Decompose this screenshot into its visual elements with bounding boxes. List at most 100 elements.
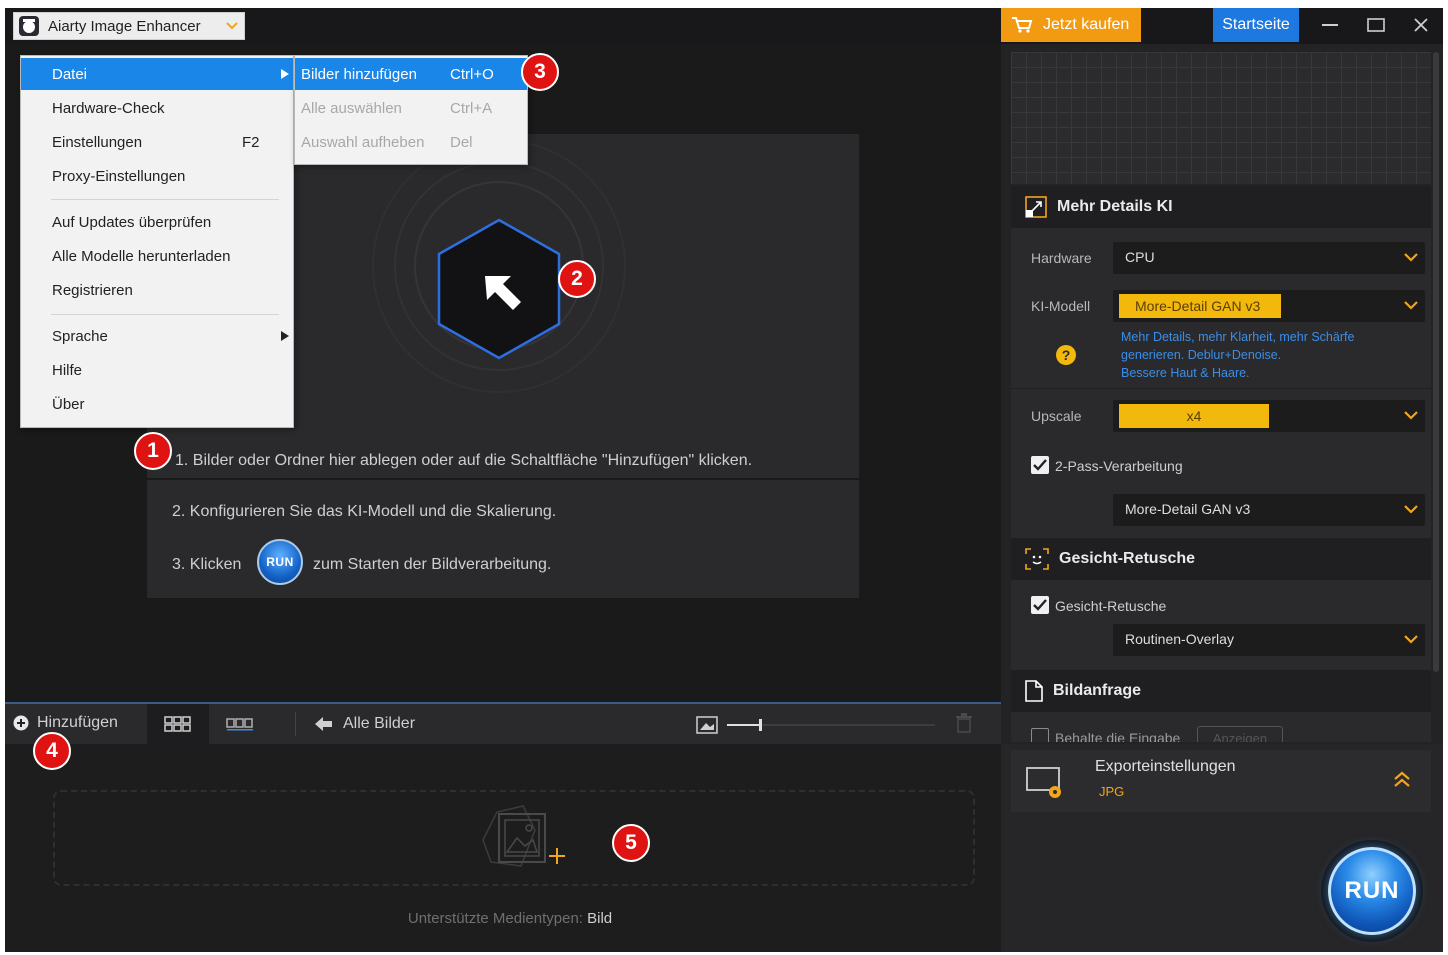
hardware-dropdown[interactable]: CPU (1113, 242, 1425, 274)
menu-item-hardware-check[interactable]: Hardware-Check (21, 92, 293, 124)
toolbar-divider (295, 712, 296, 736)
menu-item-updates[interactable]: Auf Updates überprüfen (21, 206, 293, 238)
model-description-line: Mehr Details, mehr Klarheit, mehr Schärf… (1121, 330, 1355, 344)
show-button-label: Anzeigen (1212, 730, 1268, 743)
menu-item-label: Auswahl aufheben (301, 133, 425, 151)
section-header-mehr-details[interactable]: Mehr Details KI (1011, 186, 1431, 228)
app-window: Aiarty Image Enhancer 1. Bilder oder Ord… (5, 8, 1443, 952)
menu-item-shortcut: Del (450, 133, 473, 151)
section-header-gesicht[interactable]: Gesicht-Retusche (1011, 538, 1431, 580)
thumbnail-size-slider[interactable] (695, 714, 935, 736)
close-button[interactable] (1408, 14, 1434, 36)
two-pass-checkbox[interactable] (1031, 456, 1049, 474)
section-body-bildanfrage: Behalte die Eingabe Anzeigen (1011, 712, 1431, 742)
add-images-icon[interactable] (475, 800, 571, 884)
face-scan-icon (1025, 548, 1049, 570)
face-mode-value: Routinen-Overlay (1125, 631, 1234, 647)
close-icon (1414, 18, 1428, 32)
home-button[interactable]: Startseite (1213, 8, 1299, 42)
face-retouch-checkbox[interactable] (1031, 596, 1049, 614)
ki-model-value: More-Detail GAN v3 (1119, 294, 1281, 318)
menu-item-shortcut: F2 (242, 133, 260, 151)
keep-input-label: Behalte die Eingabe (1055, 730, 1181, 742)
menu-item-label: Hilfe (52, 361, 83, 379)
menu-item-label: Alle Modelle herunterladen (52, 247, 231, 265)
keep-input-checkbox[interactable] (1031, 728, 1049, 742)
annotation-badge-4: 4 (33, 732, 71, 770)
menu-item-sprache[interactable]: Sprache (21, 320, 293, 352)
annotation-badge-3: 3 (521, 53, 559, 91)
chevron-down-icon (1403, 630, 1419, 652)
media-types-label: Unterstützte Medientypen: (407, 910, 583, 927)
menu-item-label: Sprache (52, 327, 108, 345)
ki-model-dropdown[interactable]: More-Detail GAN v3 (1113, 290, 1425, 322)
menu-item-add-images[interactable]: Bilder hinzufügen Ctrl+O (295, 58, 527, 90)
menu-item-label: Registrieren (52, 281, 133, 299)
menu-item-download-models[interactable]: Alle Modelle herunterladen (21, 240, 293, 272)
app-menu-button[interactable]: Aiarty Image Enhancer (13, 12, 245, 40)
upscale-value: x4 (1119, 404, 1269, 428)
add-image-hex-button[interactable] (429, 214, 569, 364)
menu-item-select-all[interactable]: Alle auswählen Ctrl+A (295, 92, 527, 124)
ki-model-label: KI-Modell (1031, 298, 1091, 314)
title-bar: Aiarty Image Enhancer (5, 8, 1001, 44)
file-list-area[interactable]: Unterstützte Medientypen: Bild (5, 744, 1001, 952)
add-button[interactable]: Hinzufügen (13, 714, 118, 732)
section-body-mehr-details: Hardware CPU KI-Modell More-Detail GAN v… (1011, 228, 1431, 540)
menu-item-label: Über (52, 395, 85, 413)
menu-item-hilfe[interactable]: Hilfe (21, 354, 293, 386)
settings-panel: Jetzt kaufen Startseite Mehr Details KI … (1001, 8, 1443, 952)
instructions-panel (147, 480, 859, 598)
app-logo-icon (18, 15, 40, 37)
annotation-badge-5: 5 (612, 824, 650, 862)
maximize-button[interactable] (1363, 14, 1389, 36)
menu-item-deselect[interactable]: Auswahl aufheben Del (295, 126, 527, 158)
menu-item-registrieren[interactable]: Registrieren (21, 274, 293, 306)
section-header-bildanfrage[interactable]: Bildanfrage (1011, 670, 1431, 712)
maximize-icon (1367, 18, 1385, 32)
settings-scrollbar[interactable] (1433, 52, 1439, 672)
all-images-button[interactable]: Alle Bilder (315, 715, 415, 733)
menu-item-label: Einstellungen (52, 133, 143, 151)
menu-separator (51, 314, 279, 315)
supported-media-text: Unterstützte Medientypen: Bild (5, 910, 1001, 927)
menu-item-label: Alle auswählen (301, 99, 402, 117)
menu-item-label: Hardware-Check (52, 99, 165, 117)
export-format-value: JPG (1099, 784, 1125, 799)
image-size-icon (696, 716, 718, 734)
export-settings-title: Exporteinstellungen (1095, 758, 1236, 775)
menu-item-datei[interactable]: Datei (21, 58, 293, 90)
menu-item-label: Proxy-Einstellungen (52, 167, 186, 185)
datei-submenu: Bilder hinzufügen Ctrl+O Alle auswählen … (294, 55, 528, 165)
checkmark-icon (1033, 459, 1047, 471)
chevron-down-icon (222, 16, 242, 36)
grid-view-button[interactable] (147, 704, 209, 744)
upscale-label: Upscale (1031, 408, 1082, 424)
two-pass-model-dropdown[interactable]: More-Detail GAN v3 (1113, 494, 1425, 526)
arrow-left-icon (315, 717, 332, 731)
upscale-dropdown[interactable]: x4 (1113, 400, 1425, 432)
chevron-up-double-icon[interactable] (1393, 770, 1411, 794)
annotation-badge-2: 2 (558, 260, 596, 298)
filmstrip-view-button[interactable] (215, 704, 265, 744)
menu-item-ueber[interactable]: Über (21, 388, 293, 420)
trash-icon[interactable] (955, 713, 973, 737)
export-settings-button[interactable]: Exporteinstellungen JPG (1011, 750, 1431, 812)
svg-text:?: ? (1062, 347, 1071, 363)
face-mode-dropdown[interactable]: Routinen-Overlay (1113, 624, 1425, 656)
document-icon (1025, 680, 1043, 702)
model-description: Mehr Details, mehr Klarheit, mehr Schärf… (1121, 328, 1411, 382)
media-type-value: Bild (587, 910, 613, 927)
help-icon[interactable]: ? (1055, 344, 1077, 370)
menu-item-einstellungen[interactable]: Einstellungen F2 (21, 126, 293, 158)
show-button[interactable]: Anzeigen (1197, 726, 1283, 742)
buy-now-button[interactable]: Jetzt kaufen (1001, 8, 1141, 42)
minimize-icon (1322, 24, 1338, 26)
home-label: Startseite (1222, 16, 1290, 33)
run-button[interactable]: RUN (1321, 840, 1423, 942)
section-title-mehr-details: Mehr Details KI (1057, 198, 1173, 215)
menu-item-shortcut: Ctrl+O (450, 65, 494, 83)
section-title-bildanfrage: Bildanfrage (1053, 682, 1142, 699)
minimize-button[interactable] (1317, 14, 1343, 36)
menu-item-proxy[interactable]: Proxy-Einstellungen (21, 160, 293, 192)
